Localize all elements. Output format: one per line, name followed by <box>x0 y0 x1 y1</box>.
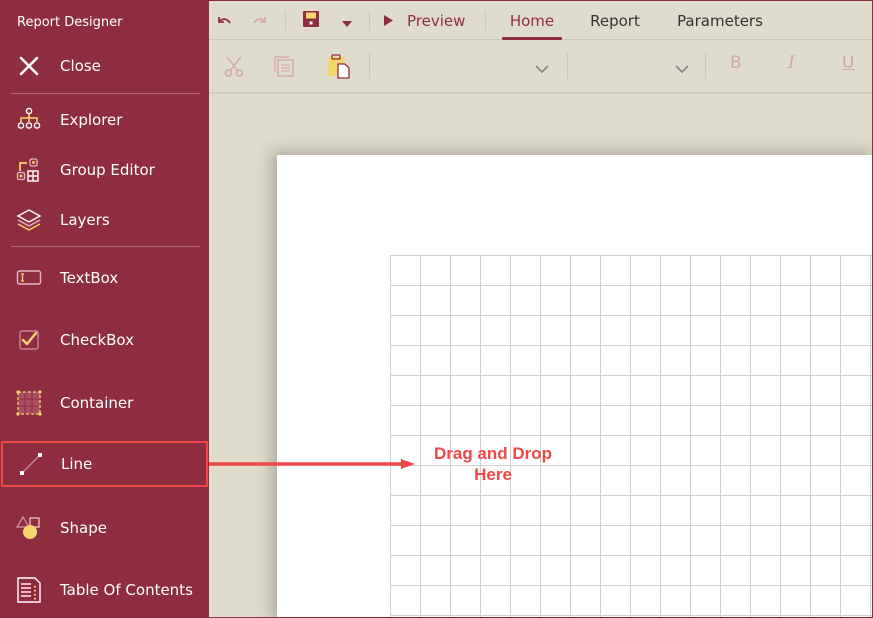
report-body-grid[interactable] <box>390 255 872 617</box>
sidebar-item-table-of-contents[interactable]: Table Of Contents <box>0 568 209 612</box>
copy-button[interactable] <box>271 55 297 81</box>
tab-report[interactable]: Report <box>584 1 646 40</box>
sidebar-item-group-editor[interactable]: Group Editor <box>0 148 209 192</box>
save-options-dropdown[interactable] <box>337 9 357 33</box>
group-editor-icon <box>15 156 43 184</box>
toolbar-divider <box>369 53 370 79</box>
layers-icon <box>15 206 43 234</box>
designer-main: Preview Home Report Parameters B I U <box>209 1 872 617</box>
cut-button[interactable] <box>221 55 247 81</box>
toolbar-divider <box>705 53 706 79</box>
bold-button[interactable]: B <box>730 53 742 73</box>
undo-button[interactable] <box>211 9 235 33</box>
chevron-down-icon <box>675 58 689 77</box>
sidebar-item-container[interactable]: Container <box>0 381 209 425</box>
toolbar-divider <box>567 53 568 79</box>
redo-button[interactable] <box>249 9 273 33</box>
play-icon <box>384 15 393 26</box>
textbox-icon <box>15 264 43 292</box>
tab-parameters[interactable]: Parameters <box>667 1 773 40</box>
container-icon <box>15 389 43 417</box>
save-icon <box>303 11 319 31</box>
sidebar-item-label: Line <box>61 455 93 473</box>
drag-drop-hint-line2: Here <box>474 465 512 484</box>
sidebar-item-close[interactable]: Close <box>0 44 209 88</box>
sidebar-item-label: Layers <box>60 211 110 229</box>
sidebar-item-label: CheckBox <box>60 331 135 349</box>
table-of-contents-icon <box>15 576 43 604</box>
line-icon <box>17 450 45 478</box>
checkbox-icon <box>15 326 43 354</box>
preview-label: Preview <box>407 11 466 30</box>
italic-button[interactable]: I <box>788 53 795 73</box>
hierarchy-icon <box>15 106 43 134</box>
top-toolbar: Preview Home Report Parameters <box>209 1 872 40</box>
font-family-dropdown[interactable] <box>379 53 559 81</box>
save-button[interactable] <box>299 9 323 33</box>
sidebar-item-label: TextBox <box>60 269 119 287</box>
drag-drop-hint: Drag and Drop Here <box>423 443 563 485</box>
home-ribbon: B I U <box>209 41 872 93</box>
tab-home[interactable]: Home <box>502 1 562 40</box>
toolbar-divider <box>485 11 486 31</box>
sidebar-item-label: Container <box>60 394 134 412</box>
preview-button[interactable]: Preview <box>384 1 465 40</box>
paste-button[interactable] <box>325 53 353 83</box>
sidebar-title: Report Designer <box>17 15 123 30</box>
sidebar-item-label: Close <box>60 57 101 75</box>
sidebar: Report Designer Close Explorer Group Edi… <box>0 0 209 618</box>
sidebar-item-textbox[interactable]: TextBox <box>0 256 209 300</box>
sidebar-item-shape[interactable]: Shape <box>0 506 209 550</box>
report-page <box>277 155 872 617</box>
sidebar-item-layers[interactable]: Layers <box>0 198 209 242</box>
sidebar-item-label: Shape <box>60 519 107 537</box>
sidebar-item-checkbox[interactable]: CheckBox <box>0 318 209 362</box>
sidebar-divider <box>11 93 200 94</box>
scissors-icon <box>223 55 245 81</box>
redo-icon <box>253 12 269 31</box>
drag-arrow <box>209 459 415 469</box>
close-icon <box>15 52 43 80</box>
copy-icon <box>273 55 295 81</box>
sidebar-item-label: Explorer <box>60 111 123 129</box>
paste-icon <box>326 53 352 83</box>
toolbar-divider <box>369 11 370 31</box>
sidebar-item-label: Table Of Contents <box>60 581 193 599</box>
toolbar-divider <box>285 11 286 31</box>
chevron-down-icon <box>535 58 549 77</box>
sidebar-item-label: Group Editor <box>60 161 155 179</box>
sidebar-item-explorer[interactable]: Explorer <box>0 98 209 142</box>
shape-icon <box>15 514 43 542</box>
font-size-dropdown[interactable] <box>575 53 699 81</box>
caret-down-icon <box>342 12 352 31</box>
drag-drop-hint-line1: Drag and Drop <box>433 444 553 463</box>
sidebar-divider <box>11 246 200 247</box>
undo-icon <box>215 12 231 31</box>
underline-button[interactable]: U <box>842 53 854 73</box>
sidebar-item-line[interactable]: Line <box>1 441 208 487</box>
